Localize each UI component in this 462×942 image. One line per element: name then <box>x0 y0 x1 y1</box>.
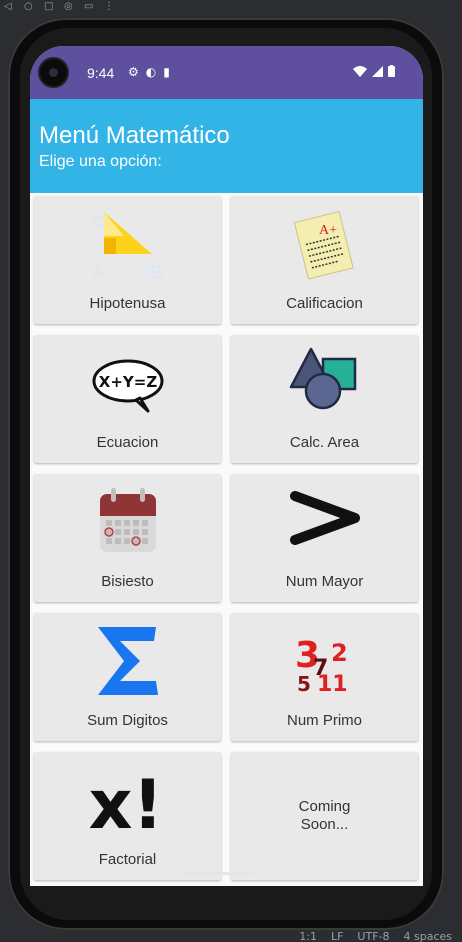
system-icons <box>353 65 395 77</box>
menu-card-sum-digitos[interactable]: Sum Digitos <box>34 613 221 741</box>
usb-debug-icon: ⚙ <box>128 65 139 79</box>
page-title: Menú Matemático <box>39 122 230 149</box>
front-camera <box>40 59 67 86</box>
shapes-icon <box>289 347 356 410</box>
camera-icon[interactable]: ◎ <box>64 2 74 12</box>
file-encoding[interactable]: UTF-8 <box>357 930 389 942</box>
menu-card-label: Coming Soon... <box>298 798 351 833</box>
data-saver-icon: ◐ <box>145 65 157 79</box>
sigma-icon <box>97 627 158 695</box>
graded-paper-icon: A+ <box>293 210 354 280</box>
overview-icon[interactable]: □ <box>44 2 54 12</box>
battery-icon <box>388 65 395 77</box>
menu-card-hipotenusa[interactable]: C A B Hipotenusa <box>34 196 221 324</box>
svg-text:B: B <box>150 262 163 282</box>
factorial-symbol: x! <box>90 766 163 838</box>
menu-card-label: Bisiesto <box>101 573 154 590</box>
menu-card-label: Num Primo <box>286 712 362 729</box>
page-subtitle: Elige una opción: <box>39 153 162 170</box>
prime-5: 5 <box>297 672 311 696</box>
svg-text:A: A <box>92 262 105 282</box>
wifi-icon <box>353 65 367 77</box>
home-icon[interactable]: ○ <box>24 2 34 12</box>
prime-2: 2 <box>331 639 348 667</box>
menu-card-ecuacion[interactable]: X+Y=Z Ecuacion <box>34 335 221 463</box>
menu-card-label: Calificacion <box>286 295 363 312</box>
device-screen: 9:44 ⚙ ◐ ▮ Menú Matemático Elige una opc… <box>30 46 423 886</box>
menu-card-num-primo[interactable]: 3 7 2 5 11 Num Primo <box>231 613 418 741</box>
menu-card-bisiesto[interactable]: Bisiesto <box>34 474 221 602</box>
menu-card-label: Calc. Area <box>289 434 360 451</box>
triangle-abc-icon: C A B <box>92 212 163 282</box>
menu-card-label: Hipotenusa <box>89 295 166 312</box>
menu-grid: C A B Hipotenusa A+ Calificacion X+Y=Z E… <box>30 193 423 886</box>
line-ending[interactable]: LF <box>331 930 343 942</box>
equation-text: X+Y=Z <box>98 373 157 391</box>
back-icon[interactable]: ◁ <box>4 2 14 12</box>
menu-card-label: Factorial <box>98 851 157 868</box>
sd-card-icon: ▮ <box>163 65 170 79</box>
ide-status-bar: 1:1 LF UTF-8 4 spaces <box>0 930 462 942</box>
factorial-icon: x! <box>90 766 163 838</box>
home-indicator[interactable] <box>180 872 254 875</box>
calendar-icon <box>99 488 156 552</box>
notification-icons: ⚙ ◐ ▮ <box>128 65 170 79</box>
prime-numbers-icon: 3 7 2 5 11 <box>295 635 348 697</box>
menu-card-label: Sum Digitos <box>87 712 168 729</box>
signal-icon <box>372 65 383 77</box>
ide-toolbar: ◁ ○ □ ◎ ▭ ⋮ <box>0 0 462 14</box>
equation-bubble-icon: X+Y=Z <box>92 359 163 413</box>
status-bar: 9:44 ⚙ ◐ ▮ <box>30 46 423 99</box>
status-time: 9:44 <box>87 65 115 81</box>
menu-card-coming-soon[interactable]: Coming Soon... <box>231 752 418 880</box>
menu-card-calc-area[interactable]: Calc. Area <box>231 335 418 463</box>
indent-setting[interactable]: 4 spaces <box>404 930 453 942</box>
menu-card-label: Num Mayor <box>285 573 364 590</box>
svg-text:C: C <box>92 212 105 232</box>
grade-text: A+ <box>319 223 337 238</box>
cursor-position[interactable]: 1:1 <box>299 930 317 942</box>
menu-card-factorial[interactable]: x! Factorial <box>34 752 221 880</box>
more-icon[interactable]: ⋮ <box>104 2 114 12</box>
greater-than-icon <box>289 491 360 545</box>
record-icon[interactable]: ▭ <box>84 2 94 12</box>
menu-card-num-mayor[interactable]: Num Mayor <box>231 474 418 602</box>
prime-11: 11 <box>317 672 348 697</box>
menu-card-label: Ecuacion <box>96 434 159 451</box>
menu-card-calificacion[interactable]: A+ Calificacion <box>231 196 418 324</box>
app-header: Menú Matemático Elige una opción: <box>30 99 423 193</box>
